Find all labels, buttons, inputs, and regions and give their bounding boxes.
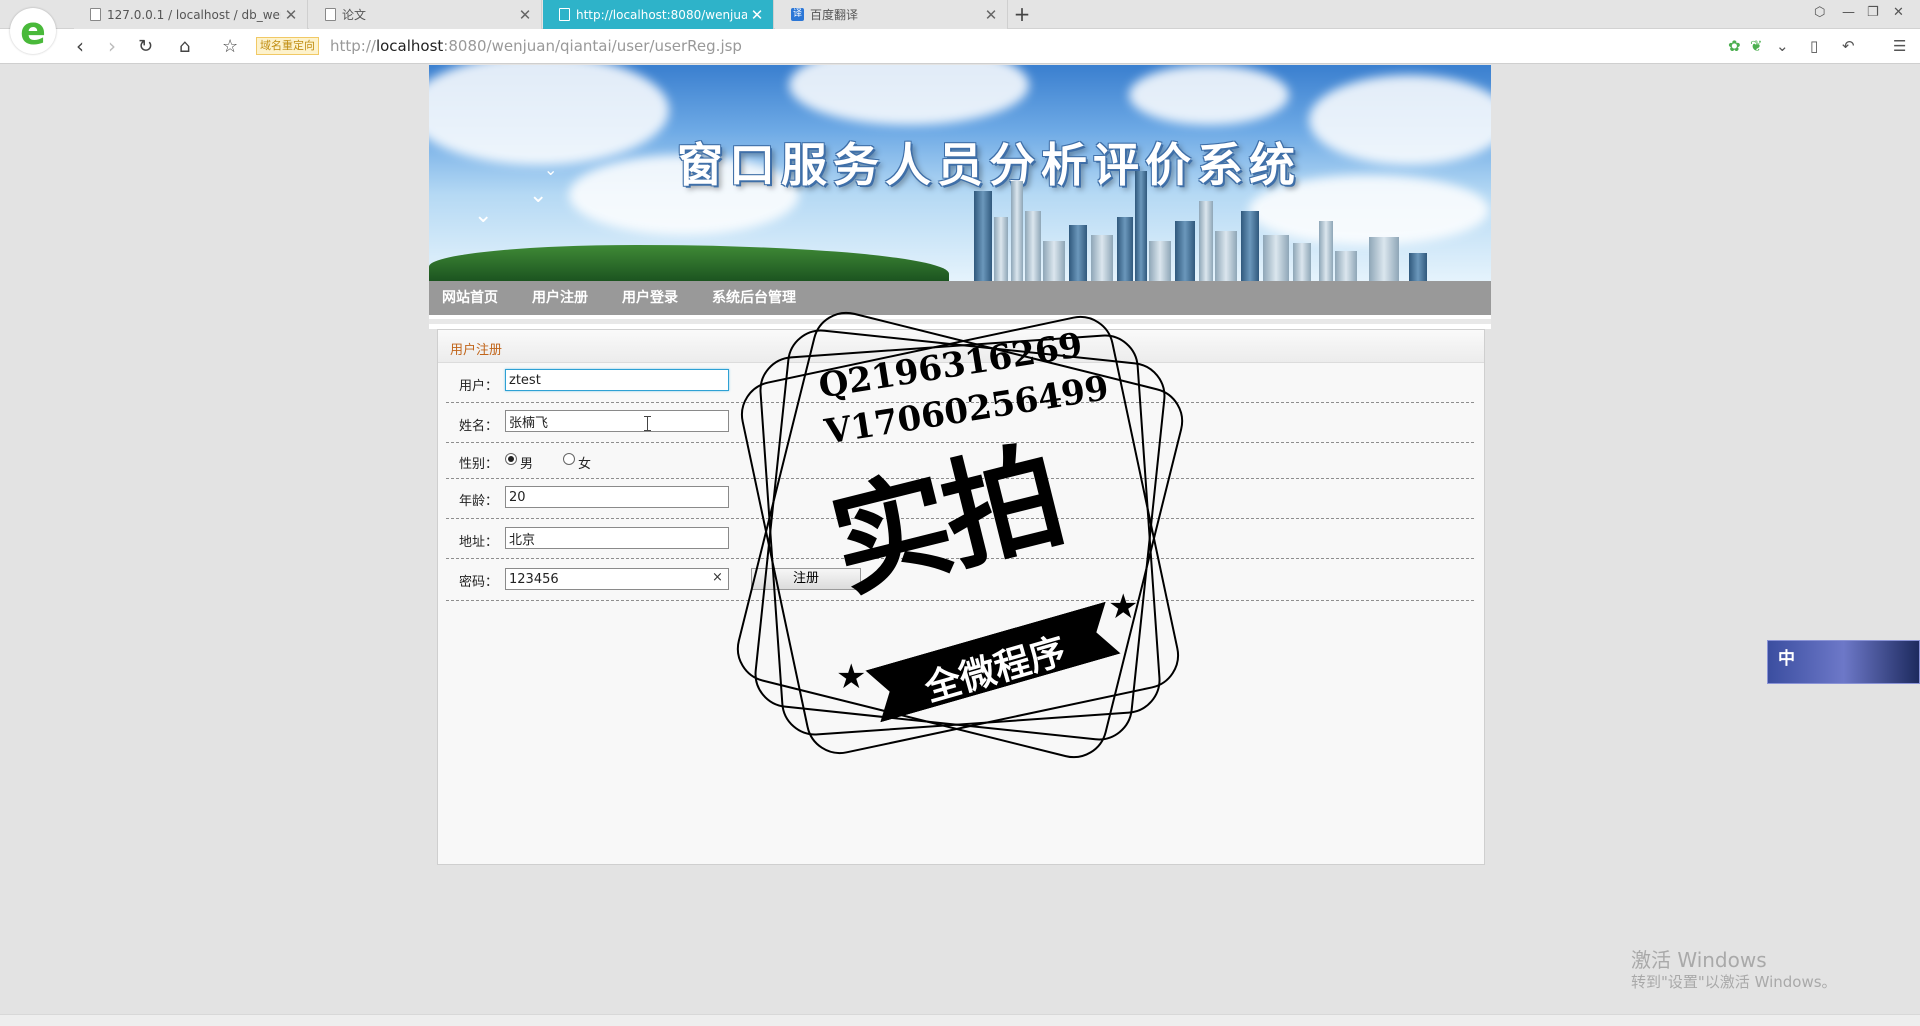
panel-title: 用户注册 (450, 343, 503, 358)
gender-label: 性别： (459, 457, 499, 472)
url-rest: :8080/wenjuan/qiantai/user/userReg.jsp (443, 37, 742, 55)
close-icon[interactable]: ✕ (515, 6, 535, 24)
bookmark-icon[interactable]: ▯ (1810, 37, 1818, 55)
tab-bar: 127.0.0.1 / localhost / db_wenjuan ✕ 论文 … (0, 0, 1920, 29)
user-label: 用户： (459, 379, 499, 394)
age-label: 年龄： (459, 494, 499, 509)
close-icon[interactable]: ✕ (281, 6, 301, 24)
new-tab-button[interactable]: + (1010, 0, 1034, 29)
main-nav: 网站首页 用户注册 用户登录 系统后台管理 (429, 281, 1491, 315)
extension-leaf-icon[interactable]: ❦ (1750, 37, 1763, 55)
gender-male-label: 男 (520, 457, 534, 472)
user-input[interactable] (505, 369, 729, 391)
form-row-age: 年龄： (446, 479, 1474, 519)
chevron-down-icon[interactable]: ⌄ (1776, 37, 1789, 55)
nav-home[interactable]: 网站首页 (442, 281, 498, 315)
tab-title: 127.0.0.1 / localhost / db_wenjuan (107, 7, 281, 22)
trees (429, 245, 949, 281)
clear-icon[interactable]: × (712, 570, 723, 585)
nav-login[interactable]: 用户登录 (622, 281, 678, 315)
url-input[interactable]: http://localhost:8080/wenjuan/qiantai/us… (330, 37, 742, 55)
form-row-password: 密码： × 注册 (446, 559, 1474, 601)
panel-header: 用户注册 (438, 330, 1484, 363)
name-label: 姓名： (459, 419, 499, 434)
skin-icon[interactable]: ⬡ (1814, 5, 1825, 20)
close-icon[interactable]: ✕ (981, 6, 1001, 24)
restore-icon[interactable]: ❐ (1867, 5, 1879, 20)
password-label: 密码： (459, 575, 499, 590)
tab-title: 百度翻译 (810, 8, 859, 22)
close-window-icon[interactable]: ✕ (1893, 5, 1904, 20)
undo-icon[interactable]: ↶ (1842, 37, 1855, 55)
close-icon[interactable]: ✕ (747, 6, 767, 24)
tab-phpmyadmin[interactable]: 127.0.0.1 / localhost / db_wenjuan ✕ (74, 0, 308, 29)
address-label: 地址： (459, 535, 499, 550)
tab-baidu-translate[interactable]: 译 百度翻译 ✕ (775, 0, 1008, 29)
back-icon[interactable]: ‹ (76, 29, 84, 64)
browser-logo-icon: e (20, 9, 46, 53)
url-prefix: http:// (330, 37, 376, 55)
nav-register[interactable]: 用户注册 (532, 281, 588, 315)
browser-logo[interactable]: e (10, 8, 56, 54)
url-host: localhost (375, 37, 444, 55)
bird-icon: ⌄ (544, 160, 558, 179)
bird-icon: ⌄ (474, 203, 493, 228)
activate-windows-title: 激活 Windows (1631, 948, 1767, 972)
site-banner: ⌄ ⌄ ⌄ 窗口服务人员分析评价系统 (429, 65, 1491, 281)
redirect-badge[interactable]: 域名重定向 (256, 37, 319, 55)
address-bar: ‹ › ↻ ⌂ ☆ 域名重定向 http://localhost:8080/we… (0, 29, 1920, 64)
age-input[interactable] (505, 486, 729, 508)
form-row-user: 用户： (446, 363, 1474, 403)
gender-female-radio[interactable] (563, 453, 575, 465)
home-icon[interactable]: ⌂ (179, 29, 190, 64)
extension-icon[interactable]: ✿ (1728, 37, 1741, 55)
page-icon (325, 8, 336, 21)
nav-divider (429, 315, 1491, 329)
form-row-gender: 性别： 男 女 (446, 443, 1474, 479)
form-row-name: 姓名： (446, 403, 1474, 443)
page-icon (559, 8, 570, 21)
banner-title: 窗口服务人员分析评价系统 (677, 138, 1301, 192)
gender-male-radio[interactable] (505, 453, 517, 465)
status-bar (0, 1014, 1920, 1026)
bird-icon: ⌄ (529, 183, 548, 208)
name-input[interactable] (505, 410, 729, 432)
ime-widget[interactable]: 中 (1767, 640, 1920, 684)
tab-title: 论文 (342, 8, 367, 22)
register-panel: 用户注册 用户： 姓名： 性别： 男 女 年龄： 地址： 密码： × 注册 (437, 329, 1485, 865)
tab-title: http://localhost:8080/wenjuan/qiantai/us… (576, 7, 747, 22)
activate-windows-hint: 转到"设置"以激活 Windows。 (1631, 973, 1837, 991)
form-row-address: 地址： (446, 519, 1474, 559)
star-icon[interactable]: ☆ (222, 29, 238, 64)
minimize-icon[interactable]: — (1842, 5, 1855, 20)
text-cursor-icon (644, 416, 651, 431)
address-input[interactable] (505, 527, 729, 549)
tab-userreg[interactable]: http://localhost:8080/wenjuan/qiantai/us… (543, 0, 774, 29)
tab-lunwen[interactable]: 论文 ✕ (309, 0, 542, 29)
password-input[interactable] (505, 568, 729, 590)
nav-admin[interactable]: 系统后台管理 (712, 281, 796, 315)
gender-female-label: 女 (578, 457, 592, 472)
forward-icon[interactable]: › (108, 29, 116, 64)
refresh-icon[interactable]: ↻ (138, 29, 153, 64)
ime-mode-label: 中 (1778, 649, 1795, 669)
register-button[interactable]: 注册 (751, 568, 861, 590)
menu-icon[interactable]: ☰ (1893, 37, 1906, 55)
translate-icon: 译 (791, 8, 804, 21)
page-icon (90, 8, 101, 21)
